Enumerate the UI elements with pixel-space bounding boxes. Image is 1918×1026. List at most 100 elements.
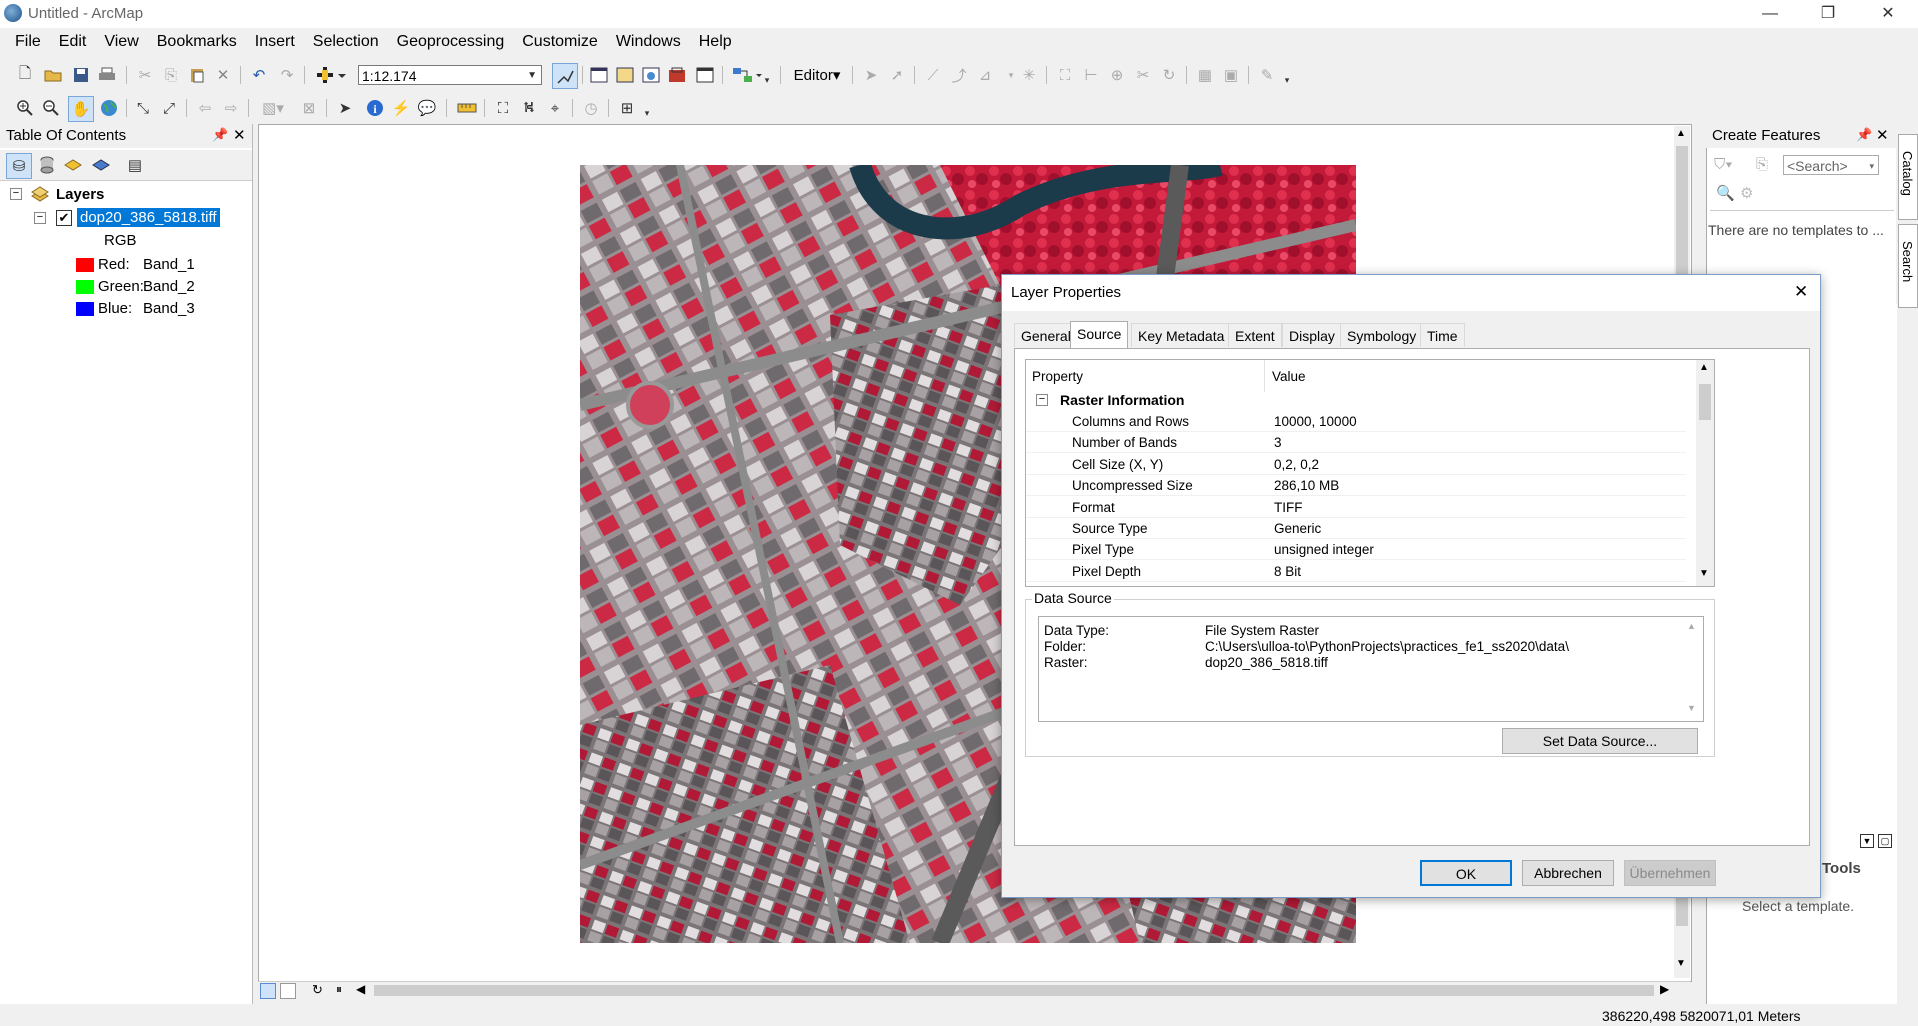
close-window-button[interactable]: ✕ (1860, 0, 1916, 28)
list-by-selection-icon[interactable] (90, 154, 112, 176)
scroll-up-icon[interactable]: ▲ (1676, 128, 1686, 139)
menu-customize[interactable]: Customize (513, 29, 607, 55)
ds-scroll-down-icon[interactable]: ▼ (1687, 703, 1696, 713)
organize-templates-icon[interactable]: ⛉▾ (1714, 156, 1733, 173)
scroll-left-icon[interactable]: ◀ (356, 982, 365, 996)
layer-visibility-checkbox[interactable]: ✔ (56, 210, 72, 226)
dialog-close-icon[interactable]: ✕ (1794, 282, 1808, 302)
collapse-layers-icon[interactable]: − (10, 188, 22, 200)
band-color-swatch[interactable] (76, 302, 94, 316)
model-builder-icon[interactable] (730, 64, 764, 86)
sketch-properties-icon[interactable]: ▣ (1220, 64, 1242, 86)
reshape-feature-icon[interactable]: ⊢ (1080, 64, 1102, 86)
data-source-textbox[interactable]: Data Type: File System Raster Folder: C:\Us… (1038, 616, 1704, 722)
add-data-icon[interactable] (314, 64, 348, 86)
undo-icon[interactable]: ↶ (248, 64, 270, 86)
property-row[interactable]: Source Type Generic (1026, 518, 1686, 539)
split-tool-icon[interactable]: ✂ (1132, 64, 1154, 86)
menu-windows[interactable]: Windows (607, 29, 690, 55)
template-properties-icon[interactable]: ⚙ (1740, 184, 1753, 202)
table-scroll-thumb[interactable] (1699, 384, 1711, 420)
straight-segment-icon[interactable]: ⟋ (922, 64, 944, 86)
new-document-icon[interactable]: 🗋 (14, 64, 36, 86)
list-by-drawing-order-icon[interactable]: ⛁ (6, 153, 32, 179)
minimize-button[interactable]: — (1742, 0, 1798, 28)
full-extent-globe-icon[interactable] (98, 97, 120, 119)
property-row[interactable]: Pixel Type unsigned integer (1026, 539, 1686, 561)
delete-icon[interactable]: ✕ (212, 64, 234, 86)
property-table-scrollbar[interactable]: ▲ ▼ (1696, 360, 1714, 586)
go-back-icon[interactable]: ⇦ (194, 97, 216, 119)
template-search-input[interactable]: <Search> ▾ (1783, 155, 1879, 175)
cut-polygons-icon[interactable]: ⊕ (1106, 64, 1128, 86)
go-forward-icon[interactable]: ⇨ (220, 97, 242, 119)
menu-help[interactable]: Help (690, 29, 741, 55)
map-scale-combo[interactable]: 1:12.174 ▼ (358, 65, 542, 85)
collapse-section-icon[interactable]: − (1036, 394, 1048, 406)
band-color-swatch[interactable] (76, 258, 94, 272)
table-scroll-down-icon[interactable]: ▼ (1699, 568, 1709, 579)
pause-drawing-icon[interactable]: ⏸ (336, 982, 342, 997)
create-viewer-window-icon[interactable]: ⊞ (616, 97, 638, 119)
layer-name-selected[interactable]: dop20_386_5818.tiff (77, 208, 220, 227)
point-tool-icon[interactable]: ✳ (1018, 64, 1040, 86)
table-scroll-up-icon[interactable]: ▲ (1699, 362, 1709, 373)
property-row[interactable]: Pixel Depth 8 Bit (1026, 561, 1686, 582)
list-by-visibility-icon[interactable] (62, 154, 84, 176)
search-side-tab[interactable]: Search (1898, 224, 1918, 308)
find-binoculars-icon[interactable]: ⛶ (492, 97, 514, 119)
apply-button[interactable]: Übernehmen (1624, 860, 1716, 886)
hyperlink-icon[interactable]: ⚡ (390, 97, 412, 119)
paste-icon[interactable] (186, 64, 208, 86)
tab-extent[interactable]: Extent (1228, 323, 1282, 347)
editor-menu[interactable]: Editor▾ (790, 64, 844, 86)
collapse-layer-icon[interactable]: − (34, 212, 46, 224)
restore-button[interactable]: ❐ (1800, 0, 1856, 28)
map-horizontal-scrollbar[interactable]: ↻ ⏸ ◀ ▶ (258, 981, 1690, 1000)
set-data-source-button[interactable]: Set Data Source... (1502, 728, 1698, 754)
property-row[interactable]: Number of Bands 3 (1026, 432, 1686, 454)
search-window-icon[interactable] (640, 64, 662, 86)
catalog-window-icon[interactable] (614, 64, 636, 86)
rotate-tool-icon[interactable]: ↻ (1158, 64, 1180, 86)
editor-toolbar-overflow-icon[interactable]: ▾ (1282, 74, 1292, 86)
tab-key-metadata[interactable]: Key Metadata (1131, 323, 1232, 347)
menu-edit[interactable]: Edit (50, 29, 96, 55)
ds-scroll-up-icon[interactable]: ▲ (1687, 621, 1696, 631)
select-by-rectangle-icon[interactable]: ▧▾ (256, 97, 290, 119)
scroll-right-icon[interactable]: ▶ (1660, 982, 1669, 996)
html-popup-icon[interactable]: 💬 (416, 97, 438, 119)
tab-display[interactable]: Display (1282, 323, 1342, 347)
band-color-swatch[interactable] (76, 280, 94, 294)
save-icon[interactable] (70, 64, 92, 86)
zoom-template-icon[interactable]: 🔍 (1716, 184, 1735, 202)
select-elements-arrow-icon[interactable]: ➤ (334, 97, 356, 119)
property-row[interactable]: Cell Size (X, Y) 0,2, 0,2 (1026, 454, 1686, 475)
toolbar-overflow-icon[interactable]: ▾ (762, 74, 772, 86)
cancel-button[interactable]: Abbrechen (1522, 860, 1614, 886)
attributes-icon[interactable]: ▦ (1194, 64, 1216, 86)
options-icon[interactable]: ▤ (124, 154, 146, 176)
menu-geoprocessing[interactable]: Geoprocessing (388, 29, 514, 55)
tab-general[interactable]: General (1014, 323, 1078, 347)
go-to-xy-icon[interactable]: ⌖ (544, 97, 566, 119)
pin-icon[interactable]: 📌 (212, 127, 228, 143)
list-by-source-icon[interactable] (36, 154, 58, 176)
menu-bookmarks[interactable]: Bookmarks (148, 29, 246, 55)
menu-file[interactable]: File (6, 29, 50, 55)
catalog-side-tab[interactable]: Catalog (1898, 134, 1918, 220)
property-row[interactable]: Format TIFF (1026, 497, 1686, 518)
measure-icon[interactable] (456, 97, 478, 119)
pan-hand-icon[interactable]: ✋ (68, 96, 94, 122)
layout-view-icon[interactable] (280, 983, 296, 999)
zoom-out-icon[interactable] (40, 97, 62, 119)
ok-button[interactable]: OK (1420, 860, 1512, 886)
property-row[interactable]: Uncompressed Size 286,10 MB (1026, 475, 1686, 497)
editor-toolbar-icon[interactable] (552, 63, 578, 89)
splitter-restore-icon[interactable]: ▢ (1878, 834, 1892, 848)
edit-annotation-icon[interactable]: ➚ (886, 64, 908, 86)
print-icon[interactable] (96, 64, 118, 86)
open-folder-icon[interactable] (42, 64, 64, 86)
time-slider-icon[interactable]: ◷ (580, 97, 602, 119)
redo-icon[interactable]: ↷ (276, 64, 298, 86)
